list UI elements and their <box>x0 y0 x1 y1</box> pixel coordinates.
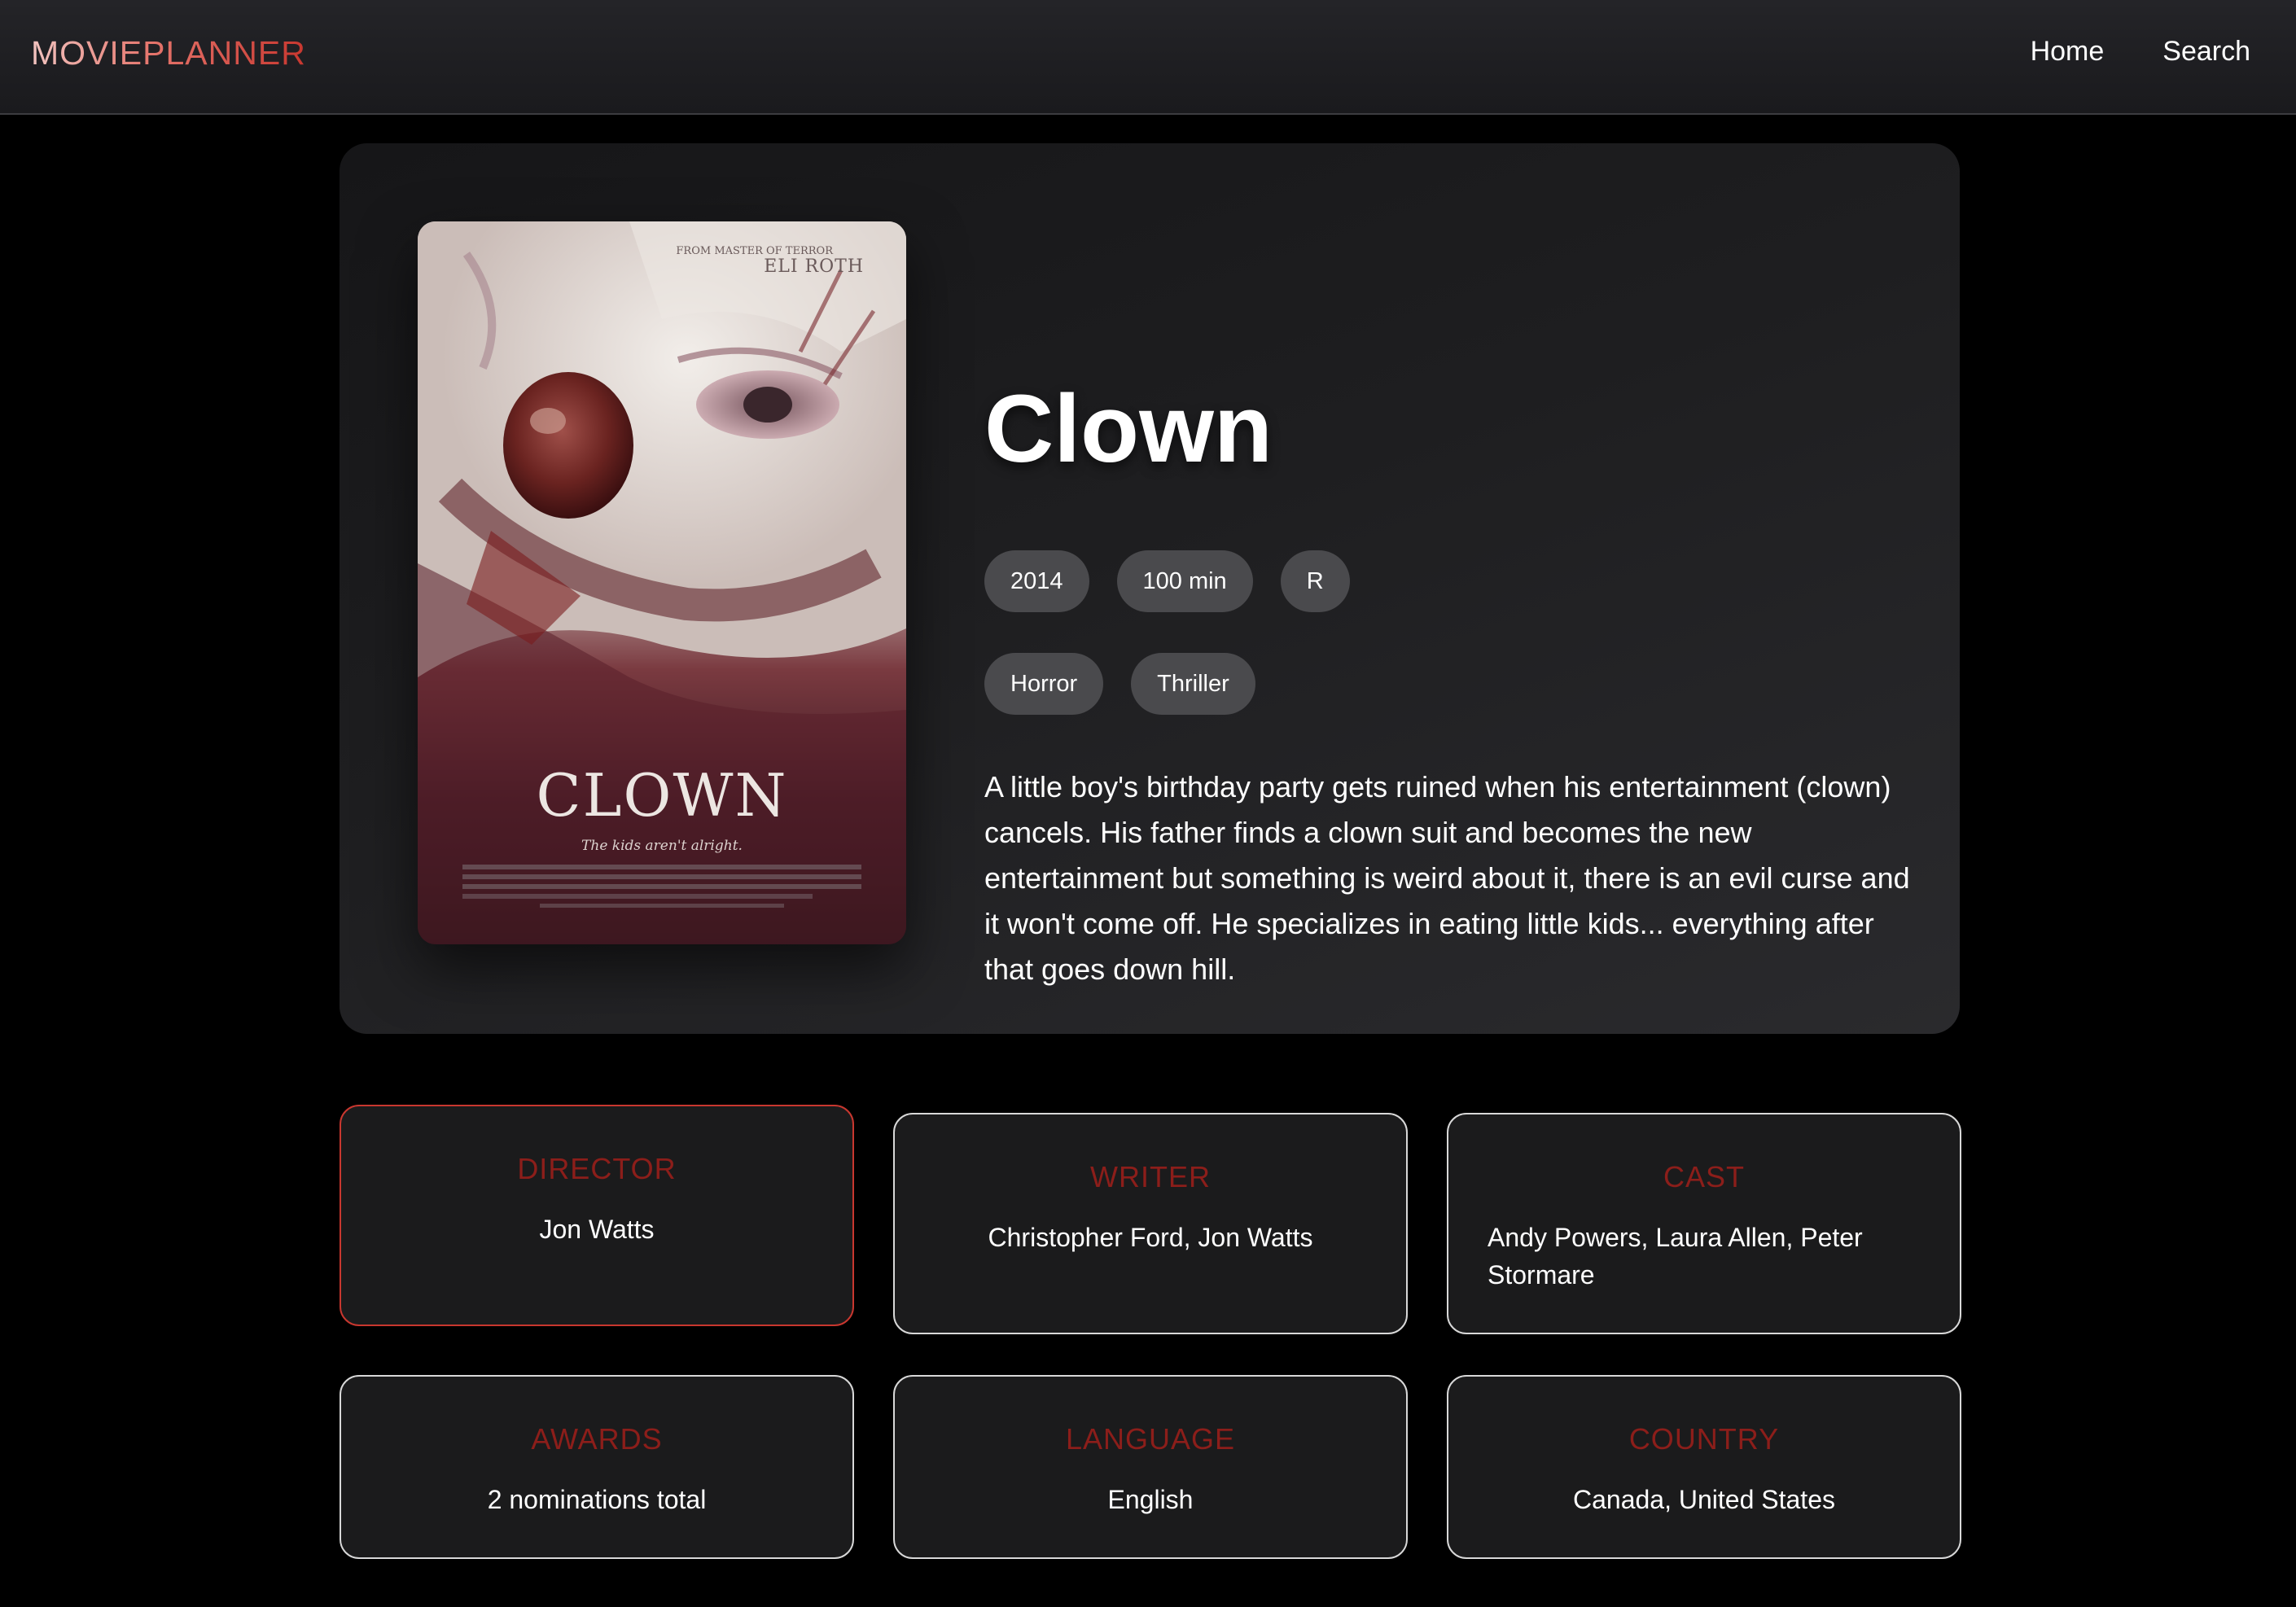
nav-search-link[interactable]: Search <box>2162 36 2250 68</box>
cast-label: CAST <box>1663 1160 1745 1193</box>
navbar: MOVIEPLANNER Home Search <box>0 0 2296 115</box>
genre-badge-thriller: Thriller <box>1131 653 1255 715</box>
poster-tagline-top: FROM MASTER OF TERROR <box>676 245 834 257</box>
director-label: DIRECTOR <box>517 1152 677 1185</box>
writer-card[interactable]: WRITER Christopher Ford, Jon Watts <box>893 1113 1408 1334</box>
genre-row: Horror Thriller <box>984 653 1255 715</box>
awards-value: 2 nominations total <box>487 1485 707 1514</box>
cast-card[interactable]: CAST Andy Powers, Laura Allen, Peter Sto… <box>1447 1113 1961 1334</box>
nav-links: Home Search <box>2031 36 2250 68</box>
writer-label: WRITER <box>1090 1160 1211 1193</box>
director-card[interactable]: DIRECTOR Jon Watts <box>340 1105 854 1326</box>
movie-plot: A little boy's birthday party gets ruine… <box>984 770 1910 986</box>
year-badge: 2014 <box>984 550 1089 612</box>
rating-badge: R <box>1280 550 1350 612</box>
meta-row: 2014 100 min R <box>984 550 1350 612</box>
brand-logo[interactable]: MOVIEPLANNER <box>31 34 306 72</box>
writer-value: Christopher Ford, Jon Watts <box>988 1223 1313 1252</box>
language-card[interactable]: LANGUAGE English <box>893 1375 1408 1559</box>
language-value: English <box>1107 1485 1194 1514</box>
country-card[interactable]: COUNTRY Canada, United States <box>1447 1375 1961 1559</box>
movie-poster: FROM MASTER OF TERROR ELI ROTH CLOWN The… <box>418 221 906 944</box>
nav-home-link[interactable]: Home <box>2031 36 2105 68</box>
genre-badge-horror: Horror <box>984 653 1104 715</box>
country-value: Canada, United States <box>1573 1485 1835 1514</box>
country-label: COUNTRY <box>1628 1422 1780 1456</box>
director-value: Jon Watts <box>539 1215 655 1244</box>
movie-hero-card: FROM MASTER OF TERROR ELI ROTH CLOWN The… <box>340 143 1960 1034</box>
awards-card[interactable]: AWARDS 2 nominations total <box>340 1375 854 1559</box>
language-label: LANGUAGE <box>1065 1422 1236 1456</box>
poster-title: CLOWN <box>537 761 788 830</box>
poster-tagline: The kids aren't alright. <box>581 838 743 854</box>
movie-title: Clown <box>984 375 1273 483</box>
poster-director-credit: ELI ROTH <box>764 256 864 277</box>
runtime-badge: 100 min <box>1116 550 1253 612</box>
cast-value: Andy Powers, Laura Allen, Peter Stormare <box>1488 1223 1863 1290</box>
awards-label: AWARDS <box>531 1422 663 1456</box>
